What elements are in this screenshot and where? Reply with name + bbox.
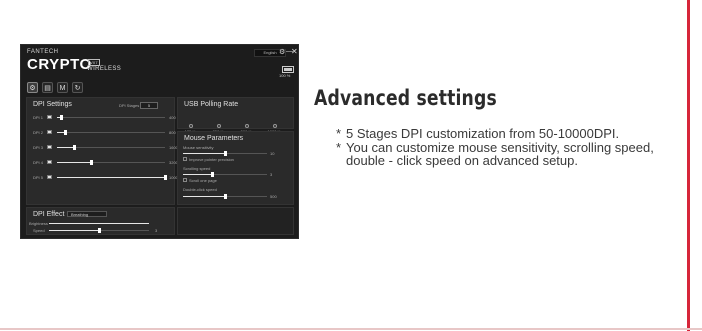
feature-item: * 5 Stages DPI customization from 50-1000… — [336, 126, 620, 141]
scroll-speed-label: Scrolling speed — [183, 166, 211, 171]
sensitivity-slider[interactable] — [183, 151, 267, 156]
scroll-page-checkbox[interactable] — [183, 178, 187, 182]
usb-polling-title: USB Polling Rate — [184, 101, 239, 108]
dpi-color-swatch[interactable] — [47, 130, 52, 134]
gear-icon: ⚙ — [29, 85, 36, 92]
slider-handle[interactable] — [59, 115, 63, 120]
mouse-parameters-title: Mouse Parameters — [184, 135, 244, 142]
dpi-color-swatch[interactable] — [47, 115, 52, 119]
dpi-settings-panel: DPI Settings DPI Stages 5 DPI 1 400 DPI 2 8… — [26, 97, 180, 205]
slider-handle[interactable] — [64, 130, 68, 135]
product-subtitle: WIRELESS — [87, 66, 122, 72]
tab-reset[interactable]: ↻ — [72, 82, 83, 93]
dpi-stages-select[interactable]: 5 — [140, 102, 158, 109]
pointer-precision-label: Improve pointer precision — [189, 157, 234, 162]
settings-gear-icon[interactable]: ⚙ — [279, 48, 285, 56]
speed-value: 3 — [155, 228, 158, 233]
double-click-slider[interactable] — [183, 194, 267, 199]
slider-handle[interactable] — [97, 228, 101, 233]
brightness-label: Brightness — [29, 221, 48, 226]
slider-handle[interactable] — [163, 175, 167, 180]
dpi-stage-value: 800 — [169, 130, 176, 135]
battery-percent: 100 % — [279, 73, 291, 78]
bottom-divider — [0, 328, 702, 330]
macro-icon: M — [59, 85, 66, 92]
dpi-stage-label: DPI 3 — [33, 145, 44, 150]
double-click-value: 500 — [270, 194, 277, 199]
dpi-slider[interactable] — [57, 160, 165, 165]
sensitivity-value: 10 — [270, 151, 275, 156]
scroll-page-label: Scroll one page — [189, 178, 217, 183]
section-heading: Advanced settings — [314, 86, 497, 110]
dpi-stage-value: 400 — [169, 115, 176, 120]
dpi-color-swatch[interactable] — [47, 160, 52, 164]
usb-polling-panel: USB Polling Rate 125 Hz 250 Hz 500 Hz 10… — [177, 97, 294, 134]
slider-handle[interactable] — [210, 172, 214, 177]
sensitivity-label: Mouse sensitivity — [183, 145, 214, 150]
empty-panel — [177, 207, 294, 235]
brightness-slider[interactable] — [49, 223, 149, 224]
dpi-effect-title: DPI Effect — [33, 211, 65, 218]
refresh-icon: ↻ — [74, 85, 81, 92]
tab-settings[interactable]: ⚙ — [27, 82, 38, 93]
dpi-slider[interactable] — [57, 130, 165, 135]
tab-buttons[interactable]: ▤ — [42, 82, 53, 93]
speed-slider[interactable] — [49, 228, 149, 233]
dpi-stage-label: DPI 4 — [33, 160, 44, 165]
right-accent-bar — [687, 0, 690, 331]
scroll-speed-value: 3 — [270, 172, 273, 177]
product-badge: VX7 — [88, 59, 100, 66]
fantech-software-window: FANTECH CRYPTO VX7 WIRELESS English ⚙ — … — [20, 44, 299, 239]
slider-handle[interactable] — [90, 160, 94, 165]
mouse-parameters-panel: Mouse Parameters Mouse sensitivity 10 Im… — [177, 131, 294, 205]
dpi-slider[interactable] — [57, 145, 165, 150]
dpi-stage-label: DPI 2 — [33, 130, 44, 135]
product-name: CRYPTO — [27, 56, 92, 73]
feature-list: * 5 Stages DPI customization from 50-1000… — [336, 127, 676, 168]
dpi-stage-row: DPI 3 1600 — [33, 145, 178, 151]
dpi-stage-row: DPI 5 10000 — [33, 175, 180, 181]
radio-icon — [217, 124, 221, 128]
dpi-stage-row: DPI 4 3200 — [33, 160, 178, 166]
slider-handle[interactable] — [72, 145, 76, 150]
feature-item: * You can customize mouse sensitivity, sc… — [336, 139, 654, 168]
dpi-slider[interactable] — [57, 175, 167, 180]
mouse-icon: ▤ — [44, 85, 51, 92]
double-click-label: Double-click speed — [183, 187, 217, 192]
radio-icon — [245, 124, 249, 128]
radio-icon — [273, 124, 277, 128]
dpi-stages-label: DPI Stages — [119, 103, 140, 108]
dpi-slider[interactable] — [57, 115, 165, 120]
dpi-stage-row: DPI 1 400 — [33, 115, 177, 121]
dpi-settings-title: DPI Settings — [33, 101, 72, 108]
pointer-precision-checkbox[interactable] — [183, 157, 187, 161]
slider-handle[interactable] — [223, 151, 227, 156]
dpi-color-swatch[interactable] — [47, 175, 52, 179]
dpi-stage-label: DPI 5 — [33, 175, 44, 180]
speed-label: Speed — [33, 228, 45, 233]
tab-macro[interactable]: M — [57, 82, 68, 93]
scroll-speed-slider[interactable] — [183, 172, 267, 177]
effect-mode-select[interactable]: Breathing — [67, 211, 107, 217]
dpi-stage-label: DPI 1 — [33, 115, 44, 120]
battery-icon — [282, 66, 294, 73]
brand-logo: FANTECH — [27, 49, 59, 55]
dpi-effect-panel: DPI Effect Breathing Brightness Speed 3 — [26, 207, 175, 235]
radio-icon — [189, 124, 193, 128]
close-icon[interactable]: ✕ — [291, 47, 298, 56]
dpi-stage-row: DPI 2 800 — [33, 130, 177, 136]
slider-handle[interactable] — [223, 194, 227, 199]
dpi-color-swatch[interactable] — [47, 145, 52, 149]
